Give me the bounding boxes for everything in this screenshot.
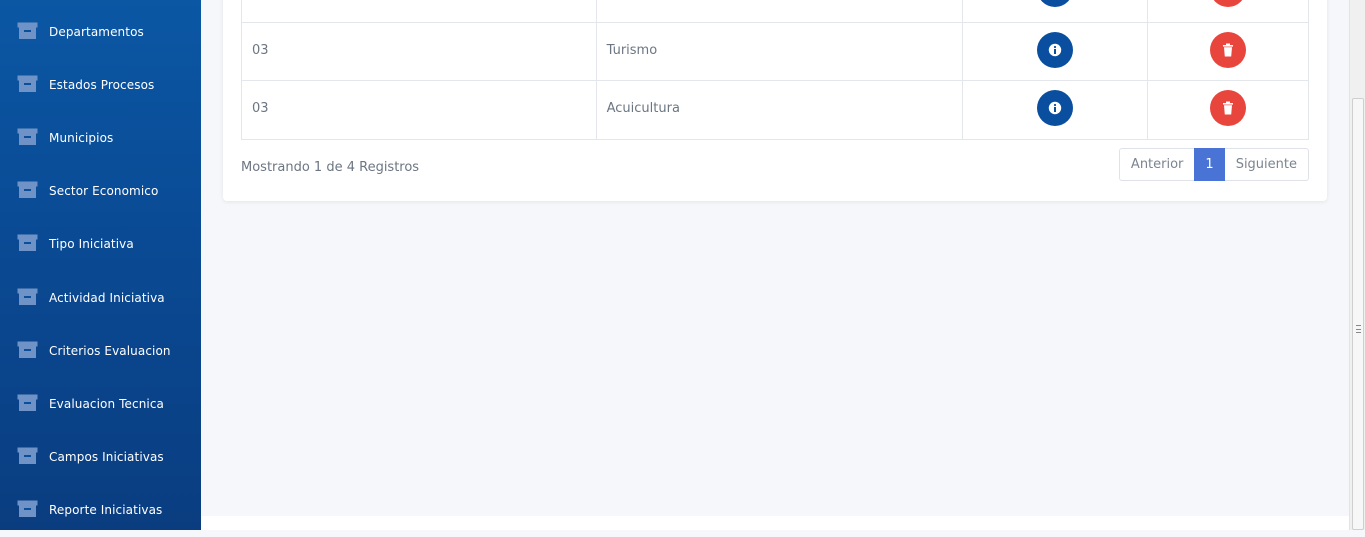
delete-button[interactable] — [1210, 0, 1247, 7]
pagination: Anterior 1 Siguiente — [1118, 148, 1309, 181]
info-cell — [962, 22, 1149, 81]
sidebar-item-label: Estados Procesos — [49, 78, 155, 93]
name-cell: Turismo — [595, 22, 964, 81]
data-table: 03 Turismo 03 Acuicultura — [241, 0, 1309, 140]
info-cell — [962, 0, 1149, 23]
sidebar-item-label: Municipios — [49, 131, 114, 146]
sidebar-item-label: Campos Iniciativas — [49, 449, 164, 464]
archive-icon — [17, 288, 38, 306]
sidebar-item-label: Reporte Iniciativas — [49, 502, 163, 517]
vertical-scrollbar[interactable] — [1349, 0, 1365, 530]
info-button[interactable] — [1037, 90, 1074, 126]
code-cell — [241, 0, 597, 23]
code-cell: 03 — [241, 80, 597, 140]
table-card: 03 Turismo 03 Acuicultura Mostrando 1 de 4 … — [223, 0, 1327, 201]
archive-icon — [17, 447, 38, 465]
code-cell: 03 — [241, 22, 597, 81]
info-cell — [962, 80, 1149, 140]
archive-icon — [17, 75, 38, 93]
next-page-button[interactable]: Siguiente — [1224, 148, 1309, 181]
archive-icon — [17, 341, 38, 359]
table-row — [241, 0, 1309, 23]
table-row: 03 Acuicultura — [241, 80, 1309, 140]
trash-icon — [1223, 101, 1234, 115]
archive-icon — [17, 234, 38, 252]
archive-icon — [17, 394, 38, 412]
delete-button[interactable] — [1210, 90, 1247, 126]
sidebar-item-actividad-iniciativa[interactable]: Actividad Iniciativa — [0, 285, 201, 325]
trash-icon — [1223, 43, 1234, 56]
name-cell: Acuicultura — [595, 80, 964, 140]
sidebar-item-departamentos[interactable]: Departamentos — [0, 19, 201, 59]
sidebar-item-label: Evaluacion Tecnica — [49, 396, 164, 411]
archive-icon — [17, 128, 38, 146]
record-count-text: Mostrando 1 de 4 Registros — [241, 160, 420, 175]
page-1-button[interactable]: 1 — [1194, 148, 1225, 181]
sidebar-item-campos-iniciativas[interactable]: Campos Iniciativas — [0, 444, 201, 484]
sidebar-item-label: Tipo Iniciativa — [49, 237, 134, 252]
sidebar-item-evaluacion-tecnica[interactable]: Evaluacion Tecnica — [0, 391, 201, 431]
sidebar-item-criterios-evaluacion[interactable]: Criterios Evaluacion — [0, 338, 201, 378]
archive-icon — [17, 181, 38, 199]
sidebar-item-label: Departamentos — [49, 25, 144, 39]
delete-cell — [1147, 22, 1309, 81]
info-icon — [1048, 43, 1062, 56]
archive-icon — [17, 22, 38, 40]
delete-button[interactable] — [1210, 31, 1247, 68]
sidebar-item-label: Sector Economico — [49, 184, 159, 199]
delete-cell — [1147, 80, 1309, 140]
table-row: 03 Turismo — [241, 22, 1309, 81]
scrollbar-thumb[interactable] — [1352, 98, 1364, 530]
info-button[interactable] — [1037, 31, 1074, 68]
sidebar-item-estados-procesos[interactable]: Estados Procesos — [0, 72, 201, 112]
sidebar-item-municipios[interactable]: Municipios — [0, 125, 201, 165]
footer-strip — [201, 516, 1349, 530]
info-icon — [1048, 101, 1062, 115]
sidebar-item-label: Actividad Iniciativa — [49, 290, 165, 305]
sidebar-item-sector-economico[interactable]: Sector Economico — [0, 178, 201, 218]
previous-page-button[interactable]: Anterior — [1118, 148, 1195, 181]
sidebar-item-label: Criterios Evaluacion — [49, 343, 171, 358]
archive-icon — [17, 500, 38, 518]
sidebar: Departamentos Estados Procesos Municipios S… — [0, 0, 201, 530]
name-cell — [595, 0, 964, 23]
sidebar-item-tipo-iniciativa[interactable]: Tipo Iniciativa — [0, 231, 201, 271]
sidebar-item-reporte-iniciativas[interactable]: Reporte Iniciativas — [0, 497, 201, 537]
info-button[interactable] — [1037, 0, 1074, 7]
delete-cell — [1147, 0, 1309, 23]
scrollbar-grip-icon — [1356, 325, 1361, 333]
